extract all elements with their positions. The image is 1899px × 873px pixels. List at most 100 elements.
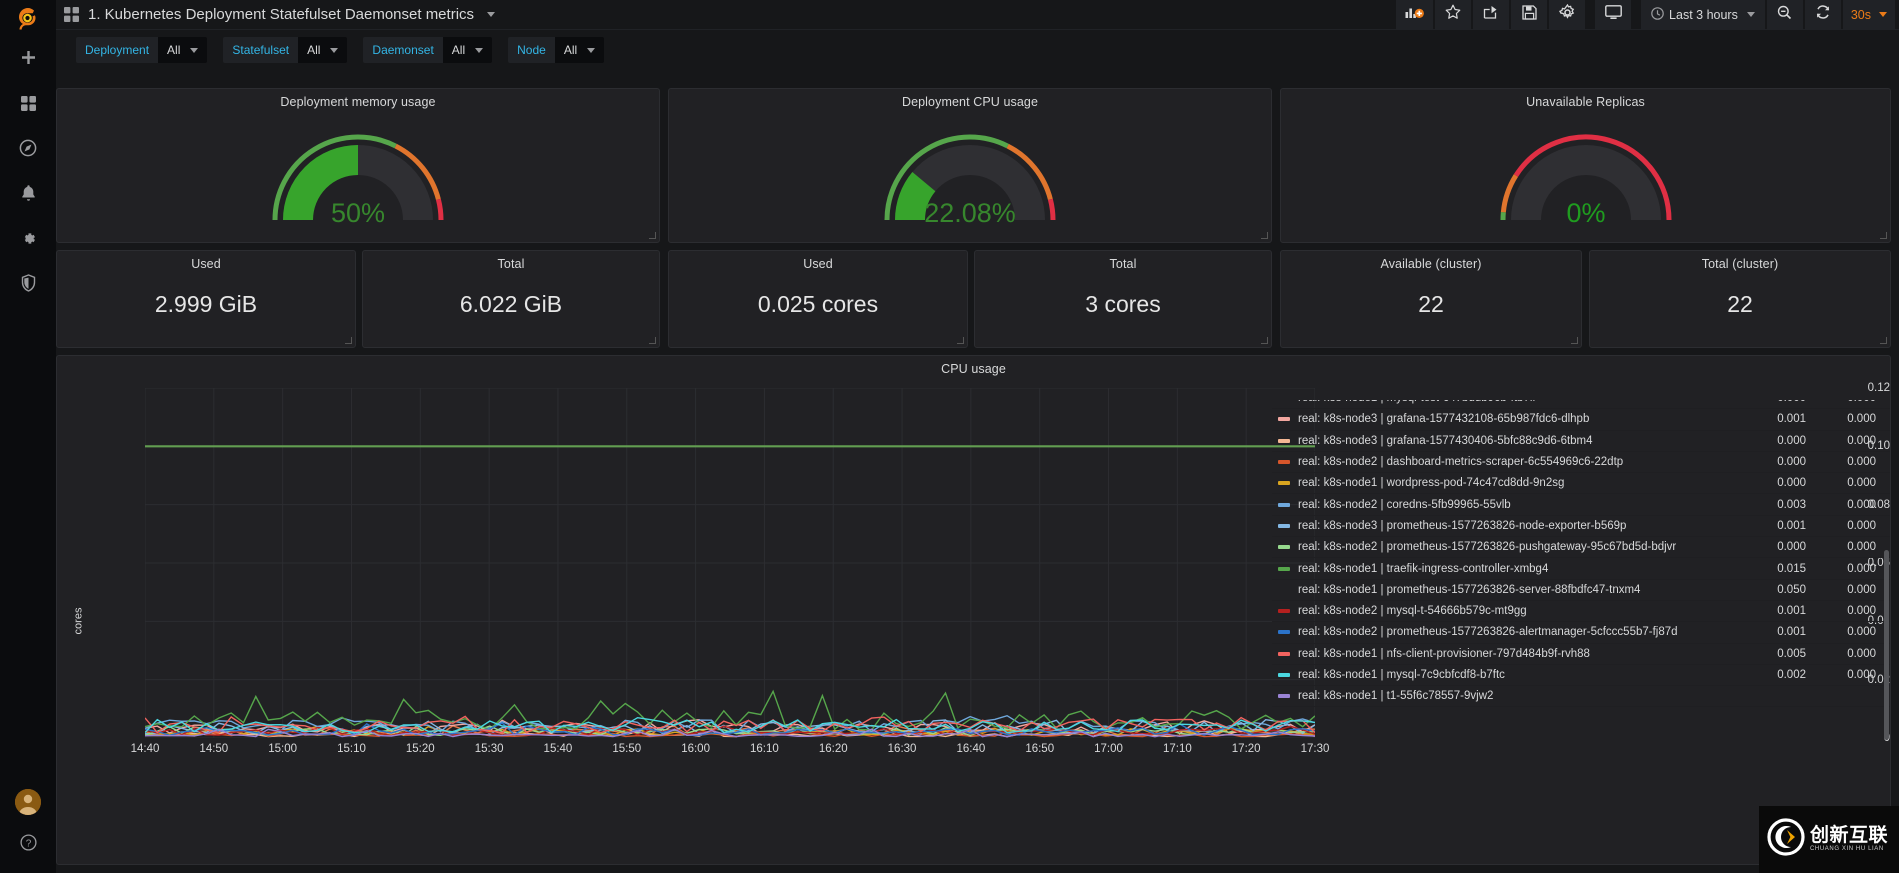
chevron-down-icon: [330, 47, 339, 53]
panel-resize-handle[interactable]: [649, 337, 657, 345]
variable-value: All: [307, 43, 321, 57]
legend-color-swatch[interactable]: [1278, 417, 1290, 422]
x-axis-tick-label: 15:40: [543, 743, 573, 755]
legend-color-swatch[interactable]: [1278, 694, 1290, 699]
legend-color-swatch[interactable]: [1278, 630, 1290, 635]
legend-color-swatch[interactable]: [1278, 545, 1290, 550]
stat-value: 3 cores: [1085, 290, 1161, 317]
panel-stat-available-cluster[interactable]: Available (cluster) 22: [1280, 250, 1582, 348]
panel-stat-cpu-used[interactable]: Used 0.025 cores: [668, 250, 968, 348]
panel-resize-handle[interactable]: [649, 232, 657, 240]
legend-color-swatch[interactable]: [1278, 566, 1290, 571]
variable-value: All: [451, 43, 466, 57]
graph-legend[interactable]: real: k8s-node1 | mysql-test-647bddb96b-…: [1272, 400, 1890, 864]
legend-row[interactable]: real: k8s-node1 | t1-55f6c78557-9vjw2: [1272, 686, 1890, 708]
panel-stat-memory-used[interactable]: Used 2.999 GiB: [56, 250, 356, 348]
legend-color-swatch[interactable]: [1278, 651, 1290, 656]
variable-label: Statefulset: [223, 37, 299, 63]
zoom-out-button[interactable]: [1766, 0, 1803, 30]
legend-row[interactable]: real: k8s-node2 | dashboard-metrics-scra…: [1272, 452, 1890, 474]
add-panel-button[interactable]: [1396, 0, 1434, 30]
legend-row[interactable]: real: k8s-node2 | mysql-t-54666b579c-mt9…: [1272, 601, 1890, 623]
variable-value-dropdown[interactable]: All: [442, 37, 493, 63]
stat-value: 22: [1418, 290, 1444, 317]
legend-color-swatch[interactable]: [1278, 673, 1290, 677]
panel-resize-handle[interactable]: [957, 337, 965, 345]
gauge-value-arc: [895, 172, 936, 221]
kiosk-button[interactable]: [1595, 0, 1632, 30]
refresh-button[interactable]: [1804, 0, 1841, 30]
variable-daemonset[interactable]: Daemonset All: [363, 37, 493, 63]
save-button[interactable]: [1511, 0, 1548, 30]
sidebar-item-server-admin[interactable]: [0, 263, 56, 308]
sidebar-item-dashboards[interactable]: [0, 83, 56, 128]
x-axis-tick-label: 15:30: [474, 743, 504, 755]
compass-icon: [19, 139, 37, 162]
panel-resize-handle[interactable]: [345, 337, 353, 345]
legend-row[interactable]: real: k8s-node1 | wordpress-pod-74c47cd8…: [1272, 473, 1890, 495]
variable-value-dropdown[interactable]: All: [554, 37, 605, 63]
legend-color-swatch[interactable]: [1278, 460, 1290, 465]
legend-color-swatch[interactable]: [1278, 609, 1290, 614]
legend-color-swatch[interactable]: [1278, 588, 1290, 592]
panel-resize-handle[interactable]: [1571, 337, 1579, 345]
panel-stat-memory-total[interactable]: Total 6.022 GiB: [362, 250, 660, 348]
variable-value-dropdown[interactable]: All: [158, 37, 208, 63]
sidebar-item-alerting[interactable]: [0, 173, 56, 218]
legend-color-swatch[interactable]: [1278, 438, 1290, 443]
grafana-logo-icon[interactable]: [0, 2, 56, 38]
panel-cpu-usage-graph[interactable]: CPU usage cores 00.020.040.060.080.100.1…: [56, 355, 1891, 865]
legend-row[interactable]: real: k8s-node2 | prometheus-1577263826-…: [1272, 537, 1890, 559]
legend-row[interactable]: real: k8s-node1 | nfs-client-provisioner…: [1272, 644, 1890, 665]
panel-resize-handle[interactable]: [1261, 232, 1269, 240]
legend-series-name: real: k8s-node2 | prometheus-1577263826-…: [1298, 541, 1677, 554]
x-axis-tick-label: 17:00: [1094, 743, 1123, 755]
panel-deployment-memory-usage[interactable]: Deployment memory usage 50%: [56, 88, 660, 243]
variable-label: Node: [508, 37, 555, 63]
variable-node[interactable]: Node All: [508, 37, 605, 63]
panel-stat-cpu-total[interactable]: Total 3 cores: [974, 250, 1272, 348]
legend-row[interactable]: real: k8s-node1 | traefik-ingress-contro…: [1272, 558, 1890, 580]
help-button[interactable]: ?: [0, 825, 56, 865]
sidebar-item-create[interactable]: [0, 38, 56, 83]
legend-scrollbar[interactable]: [1884, 550, 1889, 740]
panel-title: Total: [1109, 257, 1137, 271]
avatar[interactable]: [15, 789, 41, 815]
legend-color-swatch[interactable]: [1278, 502, 1290, 507]
variable-value-dropdown[interactable]: All: [298, 37, 348, 63]
chevron-down-icon: [487, 12, 496, 17]
legend-row[interactable]: real: k8s-node3 | prometheus-1577263826-…: [1272, 516, 1890, 538]
star-button[interactable]: [1435, 0, 1472, 30]
x-axis-tick-label: 16:40: [956, 743, 986, 755]
clock-icon: [1651, 6, 1664, 23]
panel-resize-handle[interactable]: [1880, 337, 1888, 345]
dashboard-title-button[interactable]: 1. Kubernetes Deployment Statefulset Dae…: [56, 6, 496, 23]
variable-statefulset[interactable]: Statefulset All: [223, 37, 348, 63]
legend-row[interactable]: real: k8s-node1 | mysql-7c9cbfcdf8-b7ftc…: [1272, 665, 1890, 687]
legend-color-swatch[interactable]: [1278, 523, 1290, 528]
legend-color-swatch[interactable]: [1278, 481, 1290, 486]
legend-row[interactable]: real: k8s-node1 | mysql-test-647bddb96b-…: [1272, 400, 1890, 410]
panel-stat-total-cluster[interactable]: Total (cluster) 22: [1589, 250, 1891, 348]
legend-row[interactable]: real: k8s-node2 | prometheus-1577263826-…: [1272, 622, 1890, 644]
legend-row[interactable]: real: k8s-node3 | grafana-1577430406-5bf…: [1272, 431, 1890, 452]
legend-row[interactable]: real: k8s-node3 | grafana-1577432108-65b…: [1272, 409, 1890, 431]
panel-deployment-cpu-usage[interactable]: Deployment CPU usage 22.08%: [668, 88, 1272, 243]
share-button[interactable]: [1473, 0, 1510, 30]
legend-value-current: 0.050: [1777, 583, 1806, 596]
refresh-interval-picker[interactable]: 30s: [1842, 0, 1895, 30]
legend-row[interactable]: real: k8s-node1 | prometheus-1577263826-…: [1272, 580, 1890, 601]
legend-row[interactable]: real: k8s-node2 | coredns-5fb99965-55vlb…: [1272, 494, 1890, 516]
sidebar-item-configuration[interactable]: [0, 218, 56, 263]
sidebar-item-explore[interactable]: [0, 128, 56, 173]
time-range-picker[interactable]: Last 3 hours: [1641, 0, 1765, 30]
graph-plot-area[interactable]: [145, 388, 1315, 738]
variable-deployment[interactable]: Deployment All: [76, 37, 208, 63]
settings-button[interactable]: [1549, 0, 1586, 30]
add-panel-icon: [1405, 4, 1424, 25]
legend-value-current: 0.001: [1777, 605, 1806, 618]
panel-unavailable-replicas[interactable]: Unavailable Replicas 0%: [1280, 88, 1891, 243]
legend-value-min: 0.000: [1847, 647, 1876, 660]
panel-resize-handle[interactable]: [1880, 232, 1888, 240]
panel-resize-handle[interactable]: [1261, 337, 1269, 345]
